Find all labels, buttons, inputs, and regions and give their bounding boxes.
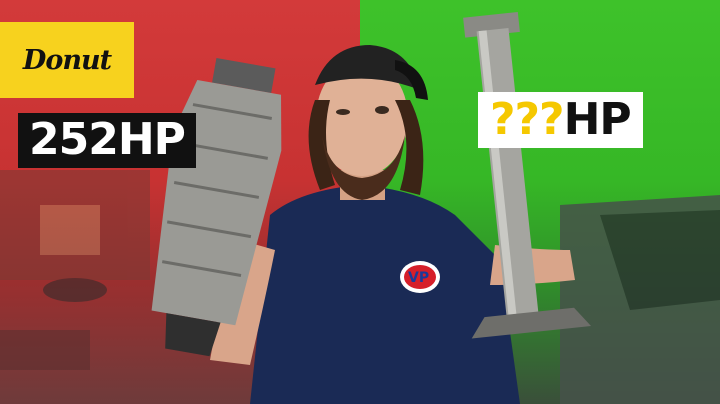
car-right: [560, 195, 720, 404]
donut-logo: Donut: [0, 22, 134, 98]
unknown-hp-text: ???: [490, 94, 565, 145]
logo-text: Donut: [22, 44, 112, 76]
right-hp-label: ???HP: [478, 92, 643, 148]
left-hp-text: 252HP: [29, 114, 186, 165]
left-hp-label: 252HP: [18, 113, 196, 168]
thumbnail: VP Donut 252HP ???HP: [0, 0, 720, 404]
garage-left-details: [0, 170, 150, 370]
vp-racing-logo: VP: [400, 261, 440, 293]
svg-text:VP: VP: [408, 270, 429, 286]
right-hp-unit: HP: [563, 94, 632, 145]
